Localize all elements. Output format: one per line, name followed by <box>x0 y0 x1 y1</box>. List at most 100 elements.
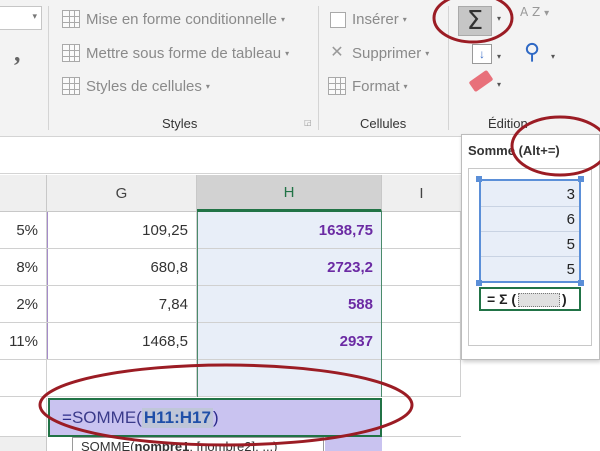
cell-styles-label: Styles de cellules <box>86 77 202 95</box>
insert-icon <box>328 10 346 28</box>
chevron-down-icon[interactable]: ▾ <box>497 14 501 23</box>
name-box[interactable]: ▾ <box>0 6 42 30</box>
preview-formula-prefix: = Σ ( <box>487 291 517 307</box>
cell-empty-g[interactable] <box>47 360 197 396</box>
eraser-icon[interactable] <box>468 69 494 93</box>
format-icon <box>328 77 346 95</box>
cell-percent[interactable]: 5% <box>0 212 47 248</box>
preview-range-marquee <box>518 293 561 308</box>
hint-remaining-arguments: ; [nombre2]; ...) <box>189 439 278 451</box>
selection-handle <box>476 280 482 286</box>
sort-filter-icon: A Z <box>520 5 541 19</box>
cell-value-h[interactable]: 2723,2 <box>197 249 382 285</box>
sigma-icon: Σ <box>466 6 484 36</box>
preview-selected-column: 3 6 5 5 <box>479 179 581 283</box>
cell-value-g[interactable]: 680,8 <box>47 249 197 285</box>
selection-handle <box>578 176 584 182</box>
cell-empty-f[interactable] <box>0 360 47 396</box>
chevron-down-icon[interactable]: ▾ <box>497 80 501 89</box>
chevron-down-icon: ▾ <box>285 48 290 58</box>
format-button[interactable]: Format ▾ <box>328 77 408 95</box>
cell-styles-button[interactable]: Styles de cellules ▾ <box>62 77 210 95</box>
cell-empty-i[interactable] <box>382 398 461 437</box>
cell-value-g[interactable]: 1468,5 <box>47 323 197 359</box>
cell-percent[interactable]: 2% <box>0 286 47 322</box>
cell-empty-i[interactable] <box>382 360 461 396</box>
preview-value: 5 <box>566 236 575 253</box>
delete-label: Supprimer <box>352 44 422 62</box>
formula-bar[interactable] <box>0 138 461 174</box>
styles-group-label: Styles <box>162 116 198 131</box>
cell-value-h[interactable]: 2937 <box>197 323 382 359</box>
delete-icon: ✕ <box>330 44 344 61</box>
dialog-launcher-icon[interactable]: ◲ <box>304 118 312 127</box>
chevron-down-icon: ▾ <box>205 81 210 91</box>
find-button[interactable]: ⚲ <box>524 40 540 65</box>
conditional-formatting-button[interactable]: Mise en forme conditionnelle ▾ <box>62 10 285 28</box>
editing-group-label: Édition <box>488 116 528 131</box>
group-separator <box>448 6 449 130</box>
table-row: 5% 109,25 1638,75 <box>0 212 461 249</box>
cell-empty-i[interactable] <box>382 212 461 248</box>
format-as-table-label: Mettre sous forme de tableau <box>86 44 282 62</box>
formula-close-paren: ) <box>212 407 219 427</box>
cell-empty-f[interactable] <box>0 398 47 437</box>
sort-filter-button[interactable]: A Z ▾ <box>520 6 549 20</box>
search-icon: ⚲ <box>524 40 541 65</box>
ribbon: ▾ , Mise en forme conditionnelle ▾ Mettr… <box>0 0 600 137</box>
cell-value-g[interactable]: 7,84 <box>47 286 197 322</box>
delete-button[interactable]: ✕ Supprimer ▾ <box>328 44 429 62</box>
preview-value: 5 <box>566 261 575 278</box>
preview-formula-cell: = Σ () <box>479 287 581 311</box>
table-row: 8% 680,8 2723,2 <box>0 249 461 286</box>
chevron-down-icon: ▾ <box>403 81 408 91</box>
formula-equals: = <box>62 407 72 427</box>
preview-value: 6 <box>566 211 575 228</box>
arrow-down-icon: ↓ <box>479 47 485 61</box>
cell-value-h[interactable]: 1638,75 <box>197 212 382 248</box>
table-row: 2% 7,84 588 <box>0 286 461 323</box>
selection-handle <box>476 176 482 182</box>
autosum-button[interactable]: Σ <box>458 6 492 36</box>
tooltip-title: Somme (Alt+=) <box>468 143 560 158</box>
insert-label: Insérer <box>352 10 399 28</box>
cell-percent[interactable]: 11% <box>0 323 47 359</box>
insert-button[interactable]: Insérer ▾ <box>328 10 407 28</box>
formula-function-name: SOMME( <box>71 407 142 427</box>
column-header-H[interactable]: H <box>197 175 382 212</box>
range-highlight-edge <box>325 437 382 451</box>
cell-value-h[interactable]: 588 <box>197 286 382 322</box>
column-header-G[interactable]: G <box>47 175 197 212</box>
conditional-formatting-icon <box>62 10 80 28</box>
cell-value-g[interactable]: 109,25 <box>47 212 197 248</box>
table-icon <box>62 44 80 62</box>
table-row <box>0 360 461 397</box>
cells-group-label: Cellules <box>360 116 407 131</box>
selection-handle <box>578 280 584 286</box>
column-header-I[interactable]: I <box>382 175 461 212</box>
cell-empty-h[interactable] <box>197 360 382 396</box>
formula-range-reference: H11:H17 <box>141 407 213 428</box>
hint-current-argument: nombre1 <box>134 439 190 451</box>
cell-empty-i[interactable] <box>382 323 461 359</box>
fill-button[interactable]: ↓ <box>472 44 492 64</box>
cell-empty-i[interactable] <box>382 286 461 322</box>
hint-function: SOMME( <box>81 439 135 451</box>
preview-formula-suffix: ) <box>562 291 567 307</box>
group-separator <box>318 6 319 130</box>
tooltip-preview: 3 6 5 5 = Σ () <box>468 168 592 346</box>
cell-empty-i[interactable] <box>382 249 461 285</box>
chevron-down-icon[interactable]: ▾ <box>551 52 555 61</box>
cell-percent[interactable]: 8% <box>0 249 47 285</box>
column-header-row: G H I <box>0 175 461 212</box>
comma-style-button[interactable]: , <box>14 38 21 68</box>
column-header-F[interactable] <box>0 175 47 212</box>
active-formula-cell[interactable]: = SOMME(H11:H17) <box>48 398 382 437</box>
chevron-down-icon[interactable]: ▾ <box>32 11 37 22</box>
chevron-down-icon[interactable]: ▾ <box>497 52 501 61</box>
cell-styles-icon <box>62 77 80 95</box>
format-as-table-button[interactable]: Mettre sous forme de tableau ▾ <box>62 44 289 62</box>
function-argument-hint: SOMME(nombre1; [nombre2]; ...) <box>72 437 324 451</box>
chevron-down-icon: ▾ <box>425 48 430 58</box>
preview-gridline <box>481 256 579 257</box>
